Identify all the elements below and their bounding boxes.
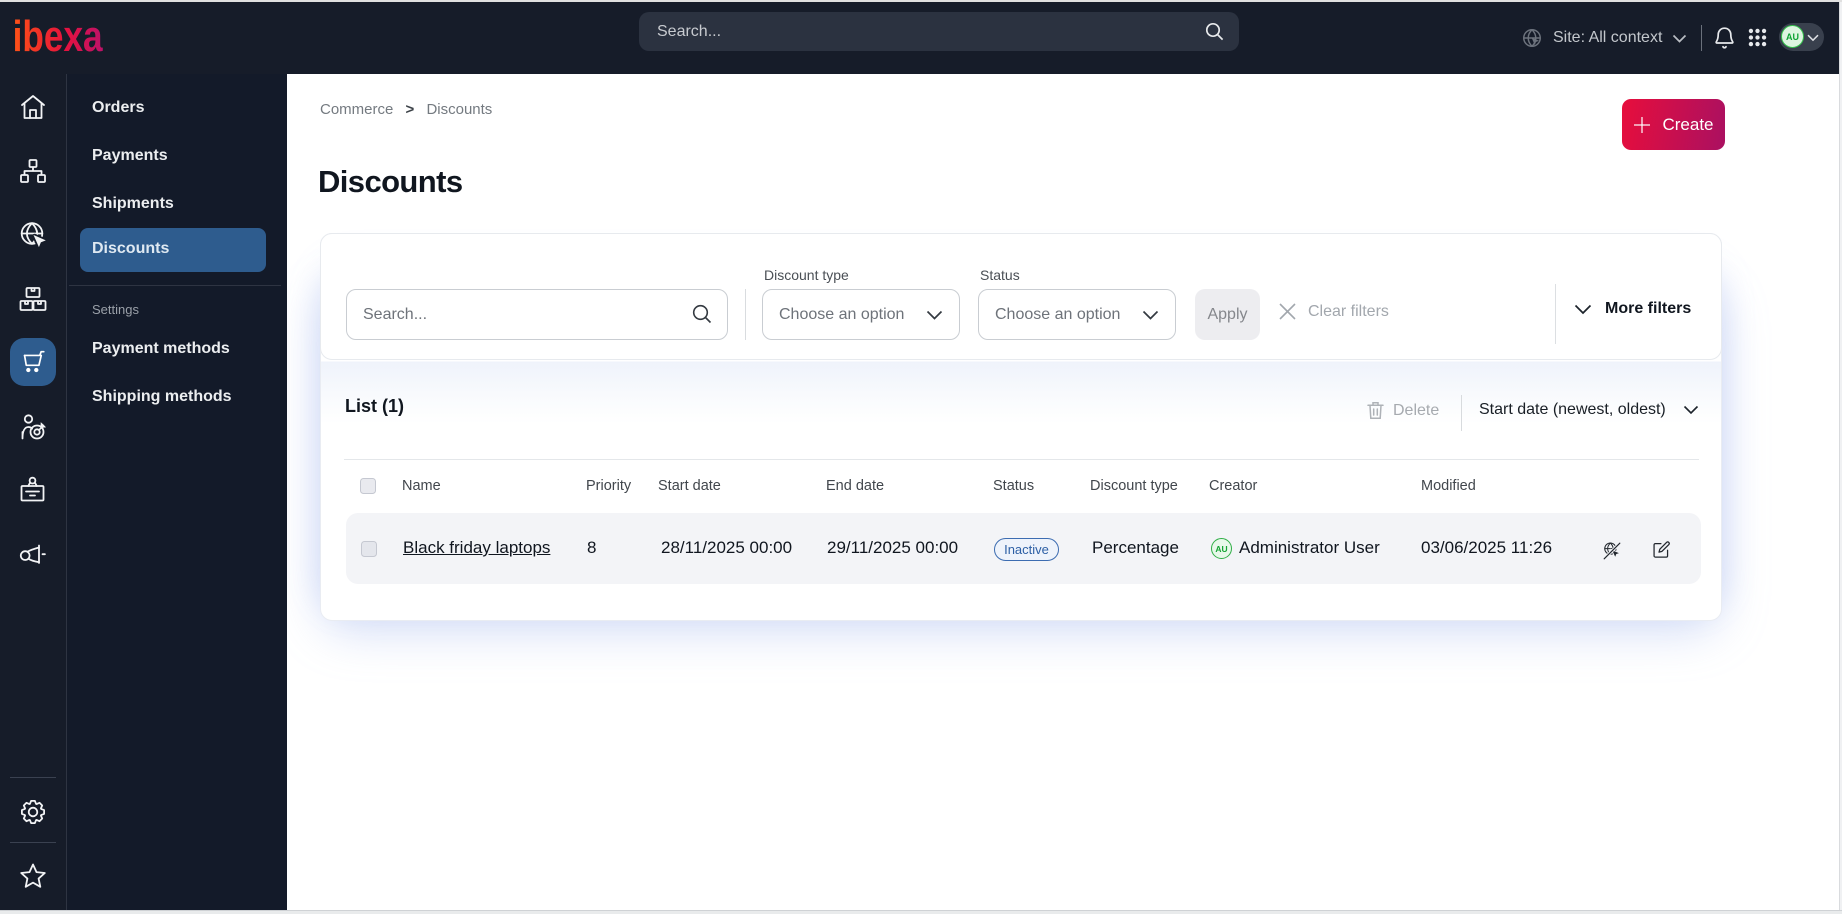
svg-text:ibexa: ibexa: [15, 12, 103, 60]
